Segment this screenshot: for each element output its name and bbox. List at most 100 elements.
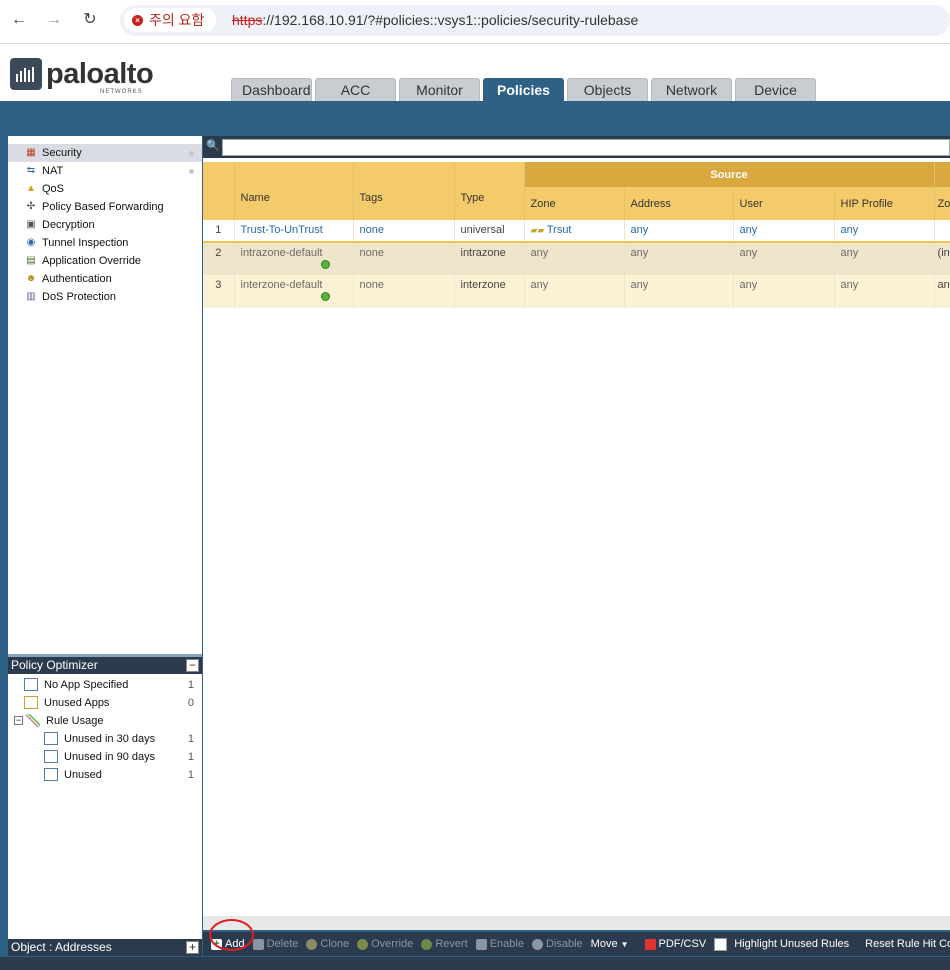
pdf-csv-button[interactable]: PDF/CSV bbox=[644, 938, 706, 950]
optimizer-item-unused-in-90-days[interactable]: Unused in 90 days 1 bbox=[8, 748, 202, 766]
sidebar-item-dos-protection[interactable]: ▥ DoS Protection bbox=[8, 288, 202, 306]
cell-zone[interactable]: any bbox=[524, 275, 625, 308]
cell-text: any bbox=[739, 224, 758, 236]
optimizer-item-label: Unused Apps bbox=[44, 697, 110, 709]
cell-name[interactable]: intrazone-default bbox=[234, 242, 354, 275]
destination-group-header bbox=[934, 162, 950, 187]
optimizer-item-count: 1 bbox=[187, 733, 194, 745]
reset-hit-counter-button[interactable]: Reset Rule Hit Counter bbox=[865, 938, 950, 950]
cell-dzone: an bbox=[934, 275, 950, 308]
sidebar-item-application-override[interactable]: ▤ Application Override bbox=[8, 252, 202, 270]
highlight-checkbox[interactable] bbox=[714, 937, 728, 951]
optimizer-item-no-app-specified[interactable]: No App Specified 1 bbox=[8, 676, 202, 694]
override-button[interactable]: Override bbox=[357, 938, 413, 950]
delete-button[interactable]: Delete bbox=[252, 938, 299, 950]
chart-icon bbox=[26, 714, 40, 727]
col-header-type[interactable]: Type bbox=[454, 162, 525, 220]
object-panel-header[interactable]: Object : Addresses + bbox=[8, 939, 202, 956]
tab-policies[interactable]: Policies bbox=[483, 78, 564, 101]
optimizer-item-unused-in-30-days[interactable]: Unused in 30 days 1 bbox=[8, 730, 202, 748]
browser-bar: ← → ↻ × 주의 요함 https://192.168.10.91/?#po… bbox=[0, 0, 950, 44]
cell-tags[interactable]: none bbox=[353, 220, 455, 243]
col-header-user[interactable]: User bbox=[733, 187, 835, 220]
cell-text: any bbox=[630, 224, 649, 236]
reload-icon[interactable]: ↻ bbox=[80, 10, 100, 30]
tree-collapse-icon[interactable]: − bbox=[14, 716, 23, 725]
cell-tags[interactable]: none bbox=[353, 275, 455, 308]
cell-text: intrazone bbox=[460, 247, 506, 259]
cell-user: any bbox=[733, 275, 835, 308]
cell-user: any bbox=[733, 242, 835, 275]
cell-hip: any bbox=[834, 275, 935, 308]
status-bar bbox=[0, 957, 950, 970]
sidebar-item-authentication[interactable]: ☻ Authentication bbox=[8, 270, 202, 288]
optimizer-item-unused-apps[interactable]: Unused Apps 0 bbox=[8, 694, 202, 712]
cell-num: 3 bbox=[203, 275, 235, 308]
cell-text: none bbox=[359, 247, 384, 259]
add-label: Add bbox=[225, 938, 245, 950]
cell-tags[interactable]: none bbox=[353, 242, 455, 275]
pbf-icon: ✣ bbox=[26, 201, 36, 212]
security-warning-chip[interactable]: × 주의 요함 bbox=[124, 8, 217, 32]
cell-text: interzone-default bbox=[240, 279, 323, 291]
move-button[interactable]: Move ▼ bbox=[591, 938, 629, 950]
qos-icon: ▲ bbox=[26, 183, 36, 194]
optimizer-item-label: Rule Usage bbox=[46, 715, 104, 727]
col-header-name[interactable]: Name bbox=[234, 162, 354, 220]
col-header-address[interactable]: Address bbox=[624, 187, 734, 220]
clone-button[interactable]: Clone bbox=[306, 938, 349, 950]
optimizer-item-rule-usage[interactable]: − Rule Usage bbox=[8, 712, 202, 730]
table-row[interactable]: 3 interzone-default none interzone any any any… bbox=[203, 275, 950, 308]
add-button[interactable]: + Add bbox=[211, 938, 245, 950]
sidebar-item-decryption[interactable]: ▣ Decryption bbox=[8, 216, 202, 234]
tab-objects[interactable]: Objects bbox=[567, 78, 648, 101]
filter-input[interactable] bbox=[222, 139, 950, 156]
cell-text: any bbox=[840, 224, 859, 236]
tab-monitor[interactable]: Monitor bbox=[399, 78, 480, 101]
col-header-tags[interactable]: Tags bbox=[353, 162, 455, 220]
horizontal-scrollbar[interactable] bbox=[203, 916, 950, 930]
cell-zone[interactable]: any bbox=[524, 242, 625, 275]
sidebar-item-policy-based-forwarding[interactable]: ✣ Policy Based Forwarding bbox=[8, 198, 202, 216]
expand-icon[interactable]: + bbox=[186, 941, 199, 954]
sidebar-item-tunnel-inspection[interactable]: ◉ Tunnel Inspection bbox=[8, 234, 202, 252]
firewall-icon: ▦ bbox=[26, 147, 36, 158]
cell-hip: any bbox=[834, 242, 935, 275]
highlight-unused-toggle[interactable]: Highlight Unused Rules bbox=[714, 937, 849, 951]
tab-acc[interactable]: ACC bbox=[315, 78, 396, 101]
sidebar-item-qos[interactable]: ▲ QoS bbox=[8, 180, 202, 198]
forward-arrow-icon[interactable]: → bbox=[44, 10, 64, 30]
cell-text: Trust-To-UnTrust bbox=[240, 224, 323, 236]
col-header-hip[interactable]: HIP Profile bbox=[834, 187, 935, 220]
search-icon[interactable]: 🔍 bbox=[206, 139, 220, 153]
policy-optimizer-header[interactable]: Policy Optimizer − bbox=[8, 657, 202, 674]
optimizer-item-unused[interactable]: Unused 1 bbox=[8, 766, 202, 784]
revert-button[interactable]: Revert bbox=[421, 938, 468, 950]
sidebar-item-label: DoS Protection bbox=[42, 291, 116, 303]
cell-zone[interactable]: ▰▰ Trsut bbox=[524, 220, 625, 243]
tab-network[interactable]: Network bbox=[651, 78, 732, 101]
logo-sub: NETWORKS bbox=[100, 89, 143, 95]
cell-name[interactable]: interzone-default bbox=[234, 275, 354, 308]
table-row[interactable]: 2 intrazone-default none intrazone any any any… bbox=[203, 242, 950, 275]
sidebar-item-nat[interactable]: ⇆ NAT bbox=[8, 162, 202, 180]
cell-text: 1 bbox=[215, 224, 222, 236]
back-arrow-icon[interactable]: ← bbox=[9, 10, 29, 30]
enable-button[interactable]: Enable bbox=[475, 938, 524, 950]
cell-name[interactable]: Trust-To-UnTrust bbox=[234, 220, 354, 243]
url-text[interactable]: https://192.168.10.91/?#policies::vsys1:… bbox=[232, 12, 638, 28]
cell-text: none bbox=[359, 279, 384, 291]
optimizer-item-label: No App Specified bbox=[44, 679, 129, 691]
col-header-dest-zone[interactable]: Zo bbox=[934, 187, 950, 220]
sidebar-item-security[interactable]: ▦ Security bbox=[8, 144, 202, 162]
cell-text: (in bbox=[937, 247, 950, 259]
delete-label: Delete bbox=[266, 938, 299, 950]
col-header-zone[interactable]: Zone bbox=[524, 187, 625, 220]
table-row[interactable]: 1 Trust-To-UnTrust none universal ▰▰ Trsut an… bbox=[203, 220, 950, 243]
tab-dashboard[interactable]: Dashboard bbox=[231, 78, 312, 101]
collapse-icon[interactable]: − bbox=[186, 659, 199, 672]
tab-device[interactable]: Device bbox=[735, 78, 816, 101]
rulebase-panel: 🔍 Name Tags Type Source Zone Address Use… bbox=[203, 136, 950, 930]
disable-button[interactable]: Disable bbox=[531, 938, 583, 950]
cell-text: universal bbox=[460, 224, 505, 236]
